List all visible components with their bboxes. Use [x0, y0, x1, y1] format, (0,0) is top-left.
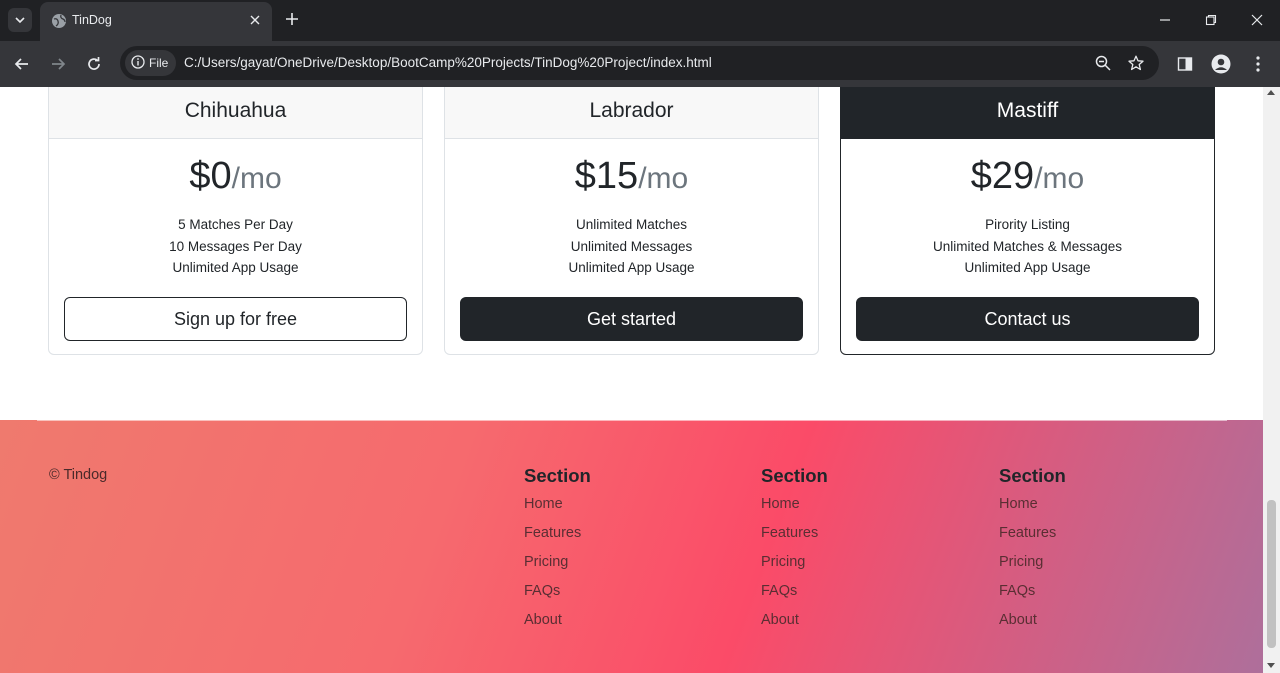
feature-item: Unlimited App Usage — [964, 260, 1091, 275]
vertical-scrollbar[interactable] — [1263, 87, 1280, 673]
plus-icon[interactable] — [282, 9, 302, 29]
browser-toolbar: File C:/Users/gayat/OneDrive/Desktop/Boo… — [0, 41, 1280, 87]
price-unit: /mo — [1034, 162, 1085, 195]
footer: © Tindog Section Home Features Pricing F… — [0, 420, 1263, 673]
price-unit: /mo — [638, 162, 689, 195]
address-bar[interactable]: File C:/Users/gayat/OneDrive/Desktop/Boo… — [120, 46, 1159, 80]
price-amount: $15 — [574, 155, 639, 197]
plan-name: Labrador — [589, 99, 674, 122]
footer-link-home[interactable]: Home — [524, 495, 591, 524]
feature-item: Unlimited App Usage — [568, 260, 695, 275]
card-header: Labrador — [445, 87, 818, 139]
feature-item: Unlimited Messages — [570, 238, 693, 254]
pricing-card-chihuahua: Chihuahua $0/mo 5 Matches Per Day 10 Mes… — [48, 87, 423, 355]
feature-list: Pirority Listing Unlimited Matches & Mes… — [841, 214, 1214, 279]
footer-column: Section Home Features Pricing FAQs About — [524, 465, 591, 640]
url-text[interactable]: C:/Users/gayat/OneDrive/Desktop/BootCamp… — [184, 55, 712, 70]
profile-icon[interactable] — [1209, 52, 1233, 76]
feature-item: Unlimited Matches — [575, 217, 688, 232]
minimize-icon[interactable] — [1153, 8, 1177, 32]
back-arrow-icon[interactable] — [9, 51, 35, 77]
footer-link-features[interactable]: Features — [999, 524, 1066, 553]
scroll-up-arrow[interactable] — [1267, 90, 1275, 95]
pricing-card-labrador: Labrador $15/mo Unlimited Matches Unlimi… — [444, 87, 819, 355]
feature-item: Unlimited Matches & Messages — [932, 238, 1123, 254]
reload-icon[interactable] — [81, 51, 107, 77]
feature-list: 5 Matches Per Day 10 Messages Per Day Un… — [49, 214, 422, 279]
feature-item: Pirority Listing — [985, 217, 1070, 232]
tab-strip: TinDog — [0, 0, 1280, 41]
tab-title: TinDog — [72, 13, 112, 27]
copyright-text: © Tindog — [49, 467, 108, 483]
plan-price: $15/mo — [445, 155, 818, 199]
footer-link-faqs[interactable]: FAQs — [999, 582, 1066, 611]
window-close-icon[interactable] — [1245, 8, 1269, 32]
scroll-down-arrow[interactable] — [1267, 663, 1275, 668]
zoom-icon[interactable] — [1093, 53, 1113, 73]
plan-name: Mastiff — [996, 99, 1059, 122]
footer-heading: Section — [999, 465, 1066, 486]
pricing-card-mastiff: Mastiff $29/mo Pirority Listing Unlimite… — [840, 87, 1215, 355]
footer-link-features[interactable]: Features — [761, 524, 828, 553]
footer-link-features[interactable]: Features — [524, 524, 591, 553]
feature-item: 10 Messages Per Day — [169, 238, 302, 254]
info-icon — [131, 54, 145, 72]
scroll-thumb[interactable] — [1267, 500, 1276, 648]
footer-link-about[interactable]: About — [524, 611, 591, 640]
forward-arrow-icon[interactable] — [45, 51, 71, 77]
footer-column: Section Home Features Pricing FAQs About — [761, 465, 828, 640]
contact-us-button[interactable]: Contact us — [856, 297, 1199, 341]
price-amount: $0 — [189, 155, 232, 197]
footer-link-about[interactable]: About — [761, 611, 828, 640]
feature-item: Unlimited App Usage — [172, 260, 299, 275]
price-amount: $29 — [970, 155, 1035, 197]
card-header: Mastiff — [841, 87, 1214, 139]
plan-price: $0/mo — [49, 155, 422, 199]
page-viewport: Chihuahua $0/mo 5 Matches Per Day 10 Mes… — [0, 87, 1263, 673]
footer-link-pricing[interactable]: Pricing — [524, 553, 591, 582]
star-icon[interactable] — [1126, 53, 1146, 73]
menu-dots-icon[interactable] — [1246, 52, 1270, 76]
price-unit: /mo — [231, 162, 282, 195]
site-info-chip[interactable]: File — [125, 50, 177, 76]
file-chip-label: File — [149, 56, 169, 70]
footer-link-home[interactable]: Home — [761, 495, 828, 524]
footer-link-about[interactable]: About — [999, 611, 1066, 640]
side-panel-icon[interactable] — [1173, 52, 1197, 76]
footer-link-home[interactable]: Home — [999, 495, 1066, 524]
restore-icon[interactable] — [1199, 8, 1223, 32]
globe-icon — [51, 13, 67, 29]
plan-name: Chihuahua — [184, 99, 287, 122]
footer-link-pricing[interactable]: Pricing — [999, 553, 1066, 582]
footer-link-faqs[interactable]: FAQs — [761, 582, 828, 611]
sign-up-button[interactable]: Sign up for free — [64, 297, 407, 341]
get-started-button[interactable]: Get started — [460, 297, 803, 341]
footer-link-pricing[interactable]: Pricing — [761, 553, 828, 582]
feature-list: Unlimited Matches Unlimited Messages Unl… — [445, 214, 818, 279]
footer-heading: Section — [761, 465, 828, 486]
feature-item: 5 Matches Per Day — [178, 217, 293, 232]
plan-price: $29/mo — [841, 155, 1214, 199]
footer-heading: Section — [524, 465, 591, 486]
close-icon[interactable] — [247, 12, 263, 28]
footer-column: Section Home Features Pricing FAQs About — [999, 465, 1066, 640]
footer-divider — [37, 420, 1227, 421]
tab-tindog[interactable]: TinDog — [40, 2, 272, 41]
card-header: Chihuahua — [49, 87, 422, 139]
footer-link-faqs[interactable]: FAQs — [524, 582, 591, 611]
tab-list-icon[interactable] — [8, 8, 32, 32]
